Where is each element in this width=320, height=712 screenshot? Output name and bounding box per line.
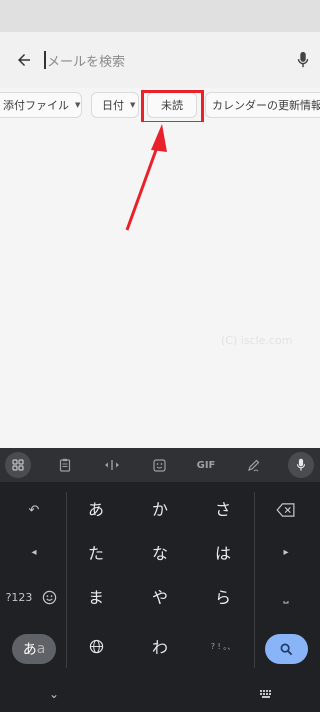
back-button[interactable] bbox=[4, 40, 44, 80]
emoji-icon bbox=[42, 590, 56, 604]
chip-label: 添付ファイル bbox=[3, 99, 69, 112]
keyboard-voice-button[interactable] bbox=[288, 452, 314, 478]
pen-icon bbox=[247, 459, 259, 471]
apps-grid-button[interactable] bbox=[5, 452, 31, 478]
text-caret bbox=[44, 51, 46, 69]
highlight-box bbox=[141, 90, 204, 124]
text-cursor-icon bbox=[105, 460, 119, 470]
dropdown-arrow-icon: ▼ bbox=[75, 101, 81, 109]
kana-key[interactable]: さ bbox=[203, 488, 243, 528]
numbers-key[interactable]: ?123 bbox=[2, 577, 36, 617]
key-divider bbox=[66, 492, 67, 668]
microphone-icon bbox=[297, 51, 309, 68]
grid-icon bbox=[12, 459, 24, 471]
search-icon bbox=[280, 643, 293, 655]
handwriting-button[interactable] bbox=[240, 452, 266, 478]
chip-label: 日付 bbox=[102, 99, 124, 112]
undo-key[interactable]: ↶ bbox=[14, 490, 54, 530]
navigation-bar: ⌄ bbox=[0, 676, 320, 712]
back-arrow-icon bbox=[18, 54, 30, 66]
chip-label: カレンダーの更新情報を除 bbox=[212, 99, 320, 112]
keyboard-keys: ↶ ◂ ?123 あa あ か さ た な は ま や ら わ ? ! 。、 ▸… bbox=[0, 482, 320, 676]
emoji-key[interactable] bbox=[36, 577, 62, 617]
search-results-area bbox=[0, 122, 320, 448]
kana-key[interactable]: な bbox=[140, 532, 180, 572]
space-key[interactable]: ⎵ bbox=[266, 576, 306, 616]
backspace-key[interactable] bbox=[266, 490, 306, 530]
kana-key[interactable]: あ bbox=[76, 488, 116, 528]
sticker-icon bbox=[152, 458, 166, 472]
mode-main-label: あ bbox=[22, 642, 37, 658]
dropdown-arrow-icon: ▼ bbox=[130, 101, 136, 109]
kana-key[interactable]: た bbox=[76, 532, 116, 572]
hide-keyboard-button[interactable]: ⌄ bbox=[44, 684, 64, 704]
filter-chip-attachment[interactable]: 添付ファイル ▼ bbox=[0, 92, 82, 118]
kana-key[interactable]: ま bbox=[76, 576, 116, 616]
microphone-icon bbox=[296, 458, 306, 471]
voice-search-button[interactable] bbox=[286, 42, 320, 78]
sticker-button[interactable] bbox=[146, 452, 172, 478]
clipboard-icon bbox=[59, 458, 71, 472]
cursor-left-key[interactable]: ◂ bbox=[14, 532, 54, 572]
search-input[interactable]: メールを検索 bbox=[44, 42, 280, 78]
globe-key[interactable] bbox=[76, 626, 116, 666]
kana-key[interactable]: ら bbox=[203, 576, 243, 616]
kana-key[interactable]: は bbox=[203, 532, 243, 572]
globe-icon bbox=[89, 639, 103, 653]
punctuation-key[interactable]: ? ! 。、 bbox=[203, 626, 243, 666]
cursor-control-button[interactable] bbox=[99, 452, 125, 478]
watermark: (C) iscle.com bbox=[221, 334, 293, 347]
status-bar bbox=[0, 0, 320, 32]
gif-button[interactable]: GIF bbox=[193, 452, 219, 478]
backspace-icon bbox=[276, 503, 295, 517]
clipboard-button[interactable] bbox=[52, 452, 78, 478]
search-bar: メールを検索 bbox=[0, 32, 320, 88]
kana-key[interactable]: や bbox=[140, 576, 180, 616]
key-divider bbox=[254, 492, 255, 668]
mode-dim-label: a bbox=[36, 641, 46, 657]
kana-key[interactable]: わ bbox=[140, 626, 180, 666]
kana-key[interactable]: か bbox=[140, 488, 180, 528]
keyboard-icon bbox=[260, 690, 271, 698]
keyboard: GIF ↶ ◂ ?123 あ a あ か さ た な は ま や ら わ ? !… bbox=[0, 448, 320, 712]
search-action-key[interactable] bbox=[265, 634, 308, 664]
keyboard-switch-button[interactable] bbox=[256, 684, 276, 704]
filter-chip-date[interactable]: 日付 ▼ bbox=[91, 92, 139, 118]
keyboard-toolbar: GIF bbox=[0, 448, 320, 482]
input-mode-key[interactable]: あa bbox=[12, 634, 56, 664]
filter-chip-calendar-updates[interactable]: カレンダーの更新情報を除 bbox=[205, 92, 320, 118]
cursor-right-key[interactable]: ▸ bbox=[266, 532, 306, 572]
search-placeholder: メールを検索 bbox=[47, 54, 126, 70]
